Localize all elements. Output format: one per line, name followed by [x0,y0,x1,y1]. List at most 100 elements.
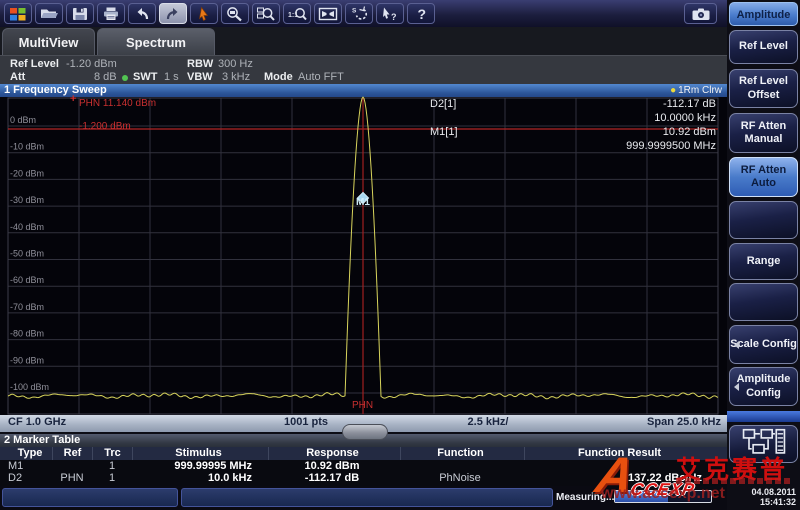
submenu-arrow-icon [734,383,739,391]
att-value[interactable]: 8 dB [94,71,117,83]
marker-table-row-d2[interactable]: D2PHN110.0 kHz-112.17 dBPhNoise-137.22 d… [0,472,727,484]
tab-spectrum[interactable]: Spectrum [97,28,215,55]
toolbar-undo-button[interactable] [128,3,156,24]
softkey-label: Amplitude Config [730,373,797,399]
y-axis-label: 0 dBm [10,115,36,125]
status-panel-left [2,488,178,507]
y-axis-label: -10 dBm [10,142,44,152]
m1-marker-level: 10.92 dBm [663,126,716,138]
toolbar-help-pointer-button[interactable]: ? [376,3,404,24]
mode-value[interactable]: Auto FFT [298,71,344,83]
screenshot-camera-button[interactable] [684,3,717,24]
submenu-arrow-icon [734,341,739,349]
toolbar-redo-button[interactable] [159,3,187,24]
date: 04.08.2011 [751,487,796,497]
toolbar-zoom-multi-button[interactable] [252,3,280,24]
ref-level-value[interactable]: -1.20 dBm [66,58,117,70]
span-value[interactable]: Span 25.0 kHz [647,416,721,428]
toolbar-windows-button[interactable] [4,3,32,24]
column-header-type: Type [8,447,52,460]
toolbar-select-button[interactable] [190,3,218,24]
y-axis-label: -50 dBm [10,249,44,259]
cell-function_result: -137.22 dBc/Hz [524,472,702,484]
column-header-ref: Ref [52,447,92,460]
y-axis-label: -60 dBm [10,275,44,285]
softkey-amplitude-config[interactable]: Amplitude Config [729,367,798,406]
softkey-label: RF Atten Manual [730,120,797,146]
toolbar-save-button[interactable] [66,3,94,24]
toolbar-print-button[interactable] [97,3,125,24]
tab-bar: MultiView Spectrum [0,27,727,55]
softkey-range[interactable]: Range [729,243,798,280]
window1-title: 1 Frequency Sweep [4,84,107,96]
m1-marker-name: M1[1] [430,126,458,138]
status-panel-message [181,488,553,507]
column-header-stimulus: Stimulus [132,447,264,460]
toolbar-open-button[interactable] [35,3,63,24]
column-header-response: Response [268,447,396,460]
sweep-points[interactable]: 1001 pts [260,416,352,428]
softkey-rf-atten-auto[interactable]: RF Atten Auto [729,157,798,197]
softkey-blank-4[interactable] [729,201,798,239]
softkey-sidebar: Amplitude Ref Level Ref Level Offset RF At… [727,0,800,510]
toolbar-split-display-button[interactable] [314,3,342,24]
y-axis-label: -70 dBm [10,302,44,312]
column-header-function: Function [400,447,520,460]
softkey-ref-level[interactable]: Ref Level [729,30,798,64]
trace1-color-dot-icon: ● [670,85,676,96]
y-axis-label: -40 dBm [10,222,44,232]
measurement-sequence-button[interactable] [729,425,798,463]
window-splitter-handle[interactable] [342,424,388,440]
m1-marker-freq: 999.9999500 MHz [626,140,716,152]
center-frequency[interactable]: CF 1.0 GHz [8,416,66,428]
swt-value[interactable]: 1 s [164,71,179,83]
flow-diagram-icon [737,427,791,462]
marker-table-window: 2 Marker Table TypeRefTrcStimulusRespons… [0,434,727,486]
ref-level-line-label: -1.200 dBm [79,121,131,132]
toolbar-zoom-button[interactable] [221,3,249,24]
softkey-rf-atten-manual[interactable]: RF Atten Manual [729,113,798,153]
swt-label: SWT [133,71,157,83]
vbw-value[interactable]: 3 kHz [222,71,250,83]
svg-text:S: S [352,8,357,15]
att-auto-indicator-icon [122,75,128,81]
cell-ref: PHN [52,472,92,484]
phn-line-label: PHN [352,400,373,411]
marker-m1-label: M1 [356,197,370,208]
toolbar-help-button[interactable]: ? [407,3,435,24]
att-label: Att [10,71,25,83]
tab-multiview[interactable]: MultiView [2,28,95,55]
softkey-ref-level-offset[interactable]: Ref Level Offset [729,69,798,108]
measuring-status: Measuring... [556,492,614,503]
rbw-value[interactable]: 300 Hz [218,58,253,70]
marker-table-row-m1[interactable]: M11999.99995 MHz10.92 dBm [0,460,727,472]
cell-trc: 1 [92,460,132,472]
softkey-label: Scale Config [730,338,797,351]
marker-readout-block: D2[1] -112.17 dB 10.0000 kHz M1[1] 10.92… [425,98,717,154]
freq-per-division[interactable]: 2.5 kHz/ [442,416,534,428]
softkey-label: Range [747,255,781,268]
cell-stimulus: 999.99995 MHz [132,460,252,472]
svg-text:?: ? [391,12,397,22]
phn-cross-marker[interactable]: + [70,93,76,105]
rbw-label: RBW [187,58,213,70]
y-axis-label: -90 dBm [10,355,44,365]
time: 15:41:32 [751,497,796,507]
toolbar: 1:1 S?? [0,0,800,27]
softkey-menu-header[interactable]: Amplitude [729,2,798,26]
softkey-label: RF Atten Auto [730,164,797,190]
y-axis-label: -30 dBm [10,195,44,205]
cell-type: M1 [8,460,52,472]
softkey-label: Ref Level Offset [730,75,797,101]
trace1-legend: ●1Rm Clrw [670,84,722,97]
softkey-blank-6[interactable] [729,283,798,321]
softkey-scale-config[interactable]: Scale Config [729,325,798,364]
toolbar-zoom-1-1-button[interactable]: 1:1 [283,3,311,24]
spectrum-analyzer-screen: 1:1 S?? MultiView Spectrum Ref Level -1.2… [0,0,800,510]
window1-title-bar[interactable]: 1 Frequency Sweep ●1Rm Clrw [0,84,727,97]
cell-stimulus: 10.0 kHz [132,472,252,484]
sweep-progress-fill [615,491,668,502]
datetime-display: 04.08.2011 15:41:32 [751,487,796,507]
toolbar-sequencer-button[interactable]: S [345,3,373,24]
y-axis-label: -80 dBm [10,329,44,339]
